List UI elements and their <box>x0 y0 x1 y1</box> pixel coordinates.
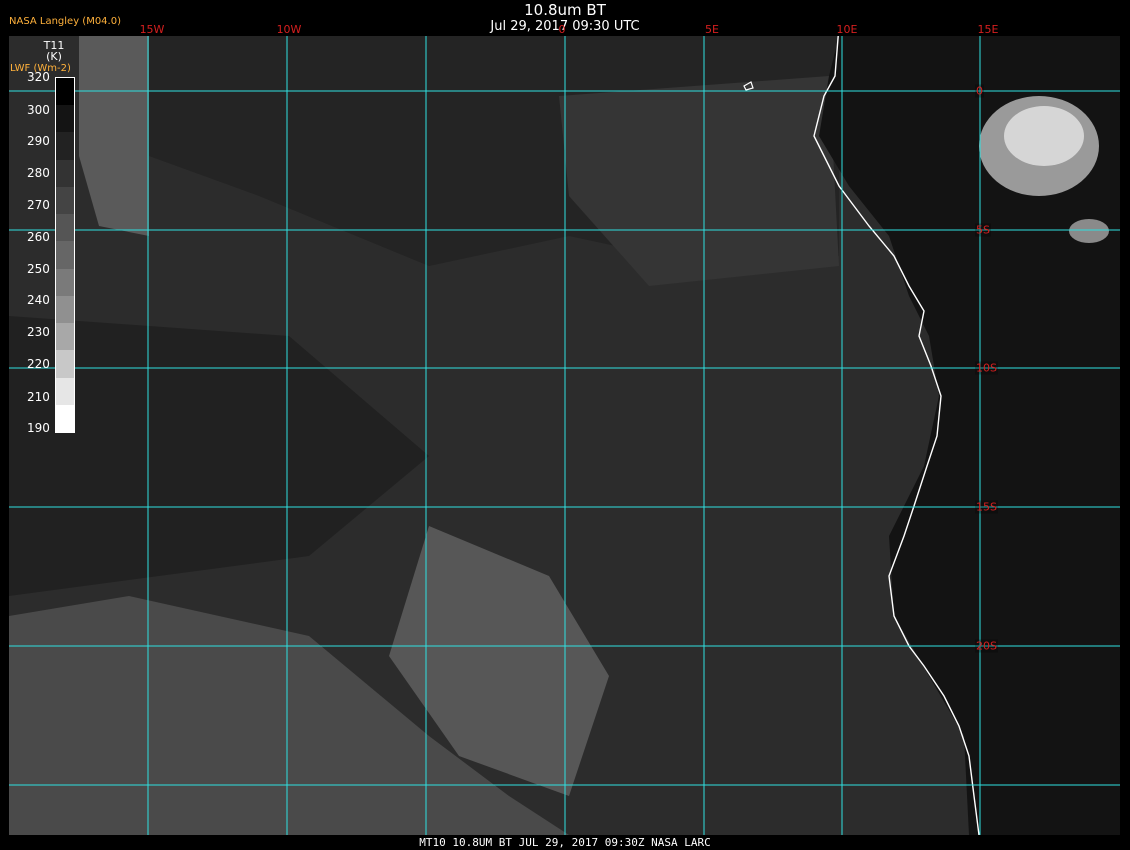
legend-swatch <box>56 132 74 161</box>
legend-color-bar <box>55 77 75 433</box>
lat-label-0: 0 <box>975 84 984 98</box>
lon-label-10w: 10W <box>276 23 302 36</box>
legend-tick-label: 220 <box>27 357 50 371</box>
lon-label-15w: 15W <box>139 23 165 36</box>
legend-tick-label: 290 <box>27 134 50 148</box>
legend-swatch <box>56 350 74 379</box>
legend-swatch <box>56 404 74 433</box>
legend-swatch <box>56 105 74 133</box>
lat-label-20s: 20S <box>975 639 998 653</box>
legend-tick-label: 280 <box>27 166 50 180</box>
legend-swatch <box>56 268 74 297</box>
lon-label-5e: 5E <box>705 23 719 36</box>
cold-cloud-fragment <box>1069 219 1109 243</box>
lat-label-10s: 10S <box>975 361 998 375</box>
lat-label-15s: 15S <box>975 500 998 514</box>
satellite-image-panel[interactable] <box>9 36 1120 835</box>
legend-swatch <box>56 323 74 351</box>
legend-swatch <box>56 295 74 324</box>
legend-tick-label: 210 <box>27 390 50 404</box>
cold-cloud-core <box>1004 106 1084 166</box>
temperature-legend: T11 (K) LWF (Wm-2) 320 300 290 280 270 260 250… <box>10 40 76 440</box>
legend-tick-label: 270 <box>27 198 50 212</box>
legend-swatch <box>56 214 74 242</box>
lat-label-5s: 5S <box>975 223 991 237</box>
legend-swatch <box>56 78 74 106</box>
product-title: 10.8um BT <box>524 1 606 19</box>
legend-tick-label: 260 <box>27 230 50 244</box>
legend-title-unit: (K) <box>46 50 62 63</box>
legend-tick-label: 230 <box>27 325 50 339</box>
legend-tick-label: 320 <box>27 70 50 84</box>
legend-tick-label: 300 <box>27 103 50 117</box>
lon-label-15e: 15E <box>977 23 999 36</box>
legend-tick-label: 240 <box>27 293 50 307</box>
lon-label-0: 0 <box>558 23 566 36</box>
legend-title: T11 (K) <box>32 40 76 62</box>
ir-brightness-map <box>9 36 1120 835</box>
legend-tick-label: 250 <box>27 262 50 276</box>
legend-tick-label: 190 <box>27 421 50 435</box>
footer-caption: MT10 10.8UM BT JUL 29, 2017 09:30Z NASA … <box>419 836 711 849</box>
legend-swatch <box>56 241 74 270</box>
legend-swatch <box>56 377 74 406</box>
lon-label-10e: 10E <box>836 23 858 36</box>
legend-swatch <box>56 159 74 188</box>
legend-swatch <box>56 186 74 215</box>
